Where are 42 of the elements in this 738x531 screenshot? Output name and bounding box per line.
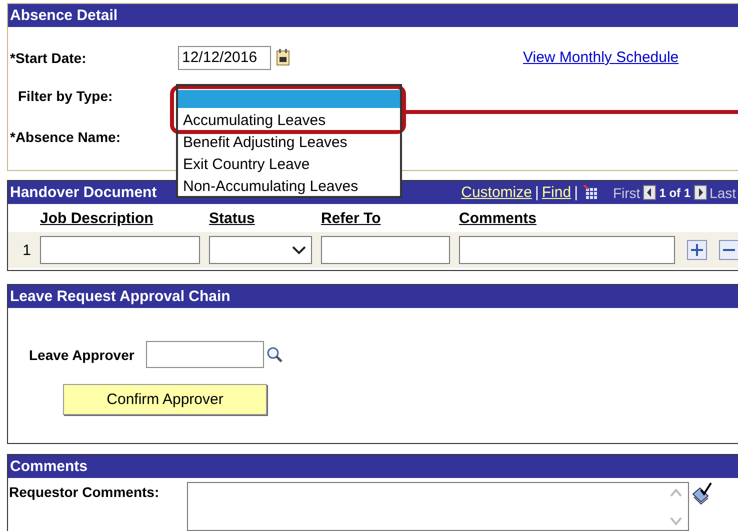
comments-textarea[interactable] [187, 482, 689, 531]
field-label: *Start Date: [10, 50, 88, 66]
date-field[interactable]: 12/12/2016 [178, 46, 271, 70]
spell-check-icon[interactable] [691, 482, 713, 506]
section-title: Comments [10, 458, 88, 475]
column-header[interactable]: Job Description [40, 210, 200, 226]
row-count: 1 of 1 [659, 186, 691, 200]
grid-icon[interactable] [582, 184, 600, 200]
next-icon[interactable] [694, 185, 707, 200]
field-label: Leave Approver [29, 346, 134, 362]
nav-first[interactable]: First [612, 184, 640, 200]
field-label: Filter by Type: [18, 88, 113, 104]
input-field[interactable] [459, 236, 675, 264]
column-header[interactable]: Status [209, 210, 312, 226]
field-label: *Absence Name: [10, 129, 120, 145]
status-dropdown[interactable] [209, 236, 312, 264]
dropdown-option[interactable]: Exit Country Leave [178, 156, 400, 174]
column-header[interactable]: Comments [459, 210, 675, 226]
separator: | [534, 184, 539, 201]
input-field[interactable] [321, 236, 450, 264]
section-title: Absence Detail [10, 7, 118, 24]
schedule-link[interactable]: View Monthly Schedule [523, 49, 679, 66]
delete-row-icon[interactable] [719, 240, 738, 260]
nav-last[interactable]: Last [710, 184, 736, 200]
chevron-down-icon[interactable] [292, 246, 306, 254]
row-number: 1 [22, 242, 31, 258]
previous-icon[interactable] [643, 185, 656, 200]
calendar-icon[interactable] [276, 49, 291, 66]
grid-link[interactable]: Find [542, 184, 572, 201]
grid-link[interactable]: Customize [461, 184, 532, 201]
section-title: Handover Document [10, 184, 157, 201]
confirm-approver-button[interactable]: Confirm Approver [63, 384, 267, 415]
dropdown-option[interactable]: Accumulating Leaves [178, 112, 400, 130]
separator: | [574, 184, 578, 201]
approver-field[interactable] [146, 341, 264, 368]
section-title: Leave Request Approval Chain [10, 288, 230, 305]
dropdown-option[interactable]: Non-Accumulating Leaves [178, 178, 400, 196]
search-icon[interactable] [266, 346, 284, 363]
add-row-icon[interactable] [687, 240, 707, 260]
field-label: Requestor Comments: [9, 484, 160, 500]
column-header[interactable]: Refer To [321, 210, 450, 226]
input-field[interactable] [40, 236, 200, 264]
